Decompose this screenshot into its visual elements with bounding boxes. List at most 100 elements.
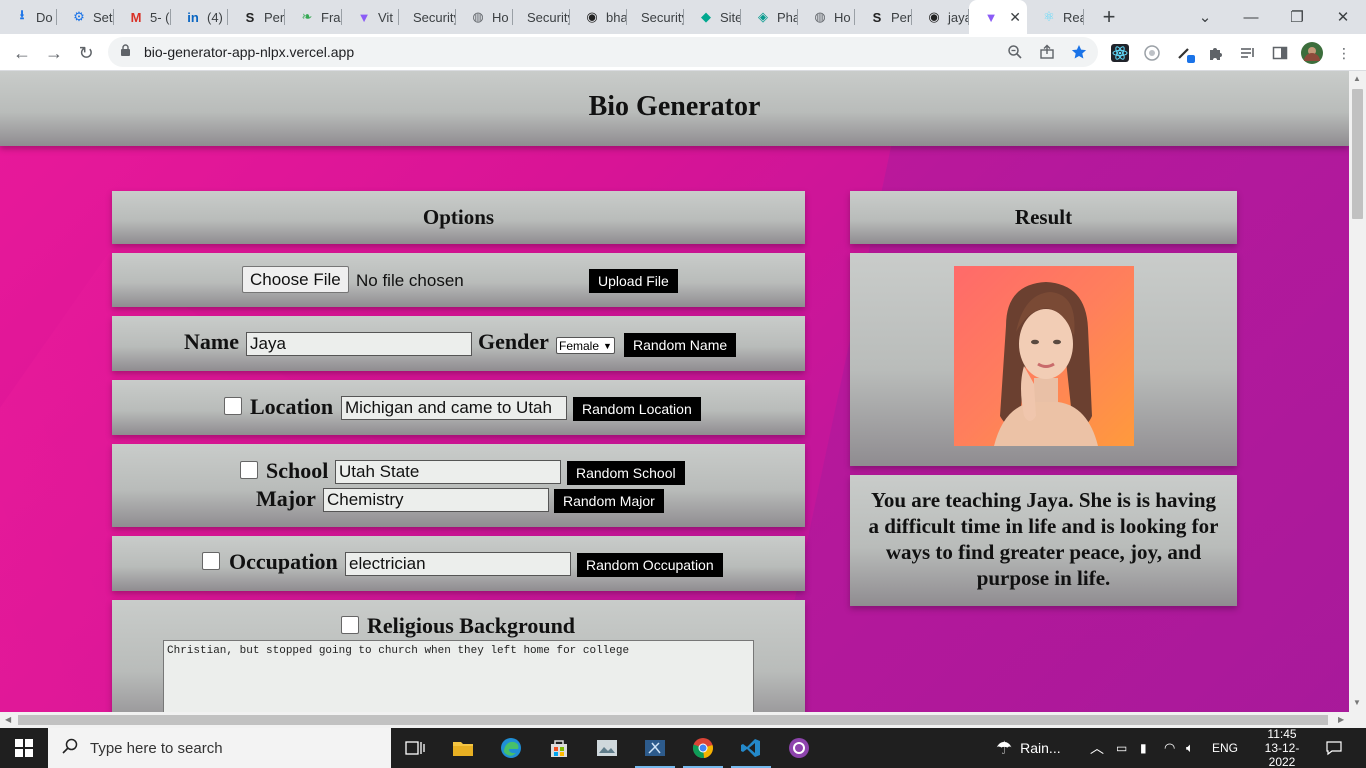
tab-label: bha xyxy=(606,9,627,25)
clock[interactable]: 11:45 13-12-2022 xyxy=(1254,727,1310,768)
network-device-icon[interactable]: ▭ xyxy=(1116,728,1127,768)
major-label: Major xyxy=(256,486,316,511)
location-input[interactable]: Michigan and came to Utah xyxy=(341,396,567,420)
browser-tab[interactable]: ◈ Pha xyxy=(741,0,798,34)
tab-label: Security xyxy=(527,9,570,25)
browser-tab[interactable]: ▼ Vit xyxy=(342,0,399,34)
notification-center-icon[interactable] xyxy=(1322,728,1346,768)
browser-tab[interactable]: ⚙ Set xyxy=(57,0,114,34)
volume-speaker-icon[interactable]: 🔈︎ xyxy=(1186,728,1194,768)
random-location-button[interactable]: Random Location xyxy=(573,397,701,421)
browser-tab[interactable]: ◍ Ho xyxy=(456,0,513,34)
microsoft-store-icon[interactable] xyxy=(535,728,583,768)
extensions-puzzle-icon[interactable] xyxy=(1206,43,1226,63)
browser-tab[interactable]: ▼ ✕ xyxy=(969,0,1027,34)
browser-tab[interactable]: ⭳ Do xyxy=(0,0,57,34)
religion-label: Religious Background xyxy=(367,613,576,638)
random-occupation-button[interactable]: Random Occupation xyxy=(577,553,723,577)
s-logo-icon: S xyxy=(872,9,882,25)
browser-tab[interactable]: M 5- ( xyxy=(114,0,171,34)
zoom-icon[interactable] xyxy=(1006,43,1024,61)
extension-circle-icon[interactable] xyxy=(1142,43,1162,63)
windows-start-button[interactable] xyxy=(0,728,48,768)
school-checkbox[interactable] xyxy=(240,461,258,479)
options-title: Options xyxy=(422,205,495,229)
options-header: Options xyxy=(112,191,805,244)
browser-tab[interactable]: ◍ Ho xyxy=(798,0,855,34)
forward-arrow-icon[interactable]: → xyxy=(42,41,66,65)
random-school-button[interactable]: Random School xyxy=(567,461,685,485)
chrome-browser-icon[interactable] xyxy=(679,728,727,768)
browser-tab[interactable]: Security xyxy=(627,0,684,34)
minimize-button[interactable]: — xyxy=(1228,0,1274,34)
lock-icon xyxy=(120,44,134,60)
reload-icon[interactable]: ↻ xyxy=(74,41,98,65)
reading-list-icon[interactable] xyxy=(1238,43,1258,63)
occupation-checkbox[interactable] xyxy=(202,552,220,570)
random-name-button[interactable]: Random Name xyxy=(624,333,737,357)
scroll-right-arrow-icon[interactable]: ▶ xyxy=(1338,715,1344,724)
close-tab-icon[interactable]: ✕ xyxy=(1009,9,1021,26)
browser-tab[interactable]: ⚛ Rea xyxy=(1027,0,1084,34)
location-checkbox[interactable] xyxy=(224,397,242,415)
gender-select[interactable]: Female ▼ xyxy=(556,337,615,354)
horizontal-scroll-thumb[interactable] xyxy=(18,715,1328,725)
address-bar[interactable]: bio-generator-app-nlpx.vercel.app xyxy=(108,37,1098,67)
share-icon[interactable] xyxy=(1038,43,1056,61)
close-window-button[interactable]: ✕ xyxy=(1320,0,1366,34)
side-panel-icon[interactable] xyxy=(1270,43,1290,63)
new-tab-button[interactable]: + xyxy=(1092,0,1126,34)
maximize-button[interactable]: ❐ xyxy=(1274,0,1320,34)
show-hidden-icons-chevron-icon[interactable]: ︿ xyxy=(1090,728,1104,768)
school-input[interactable]: Utah State xyxy=(335,460,561,484)
result-text-panel: You are teaching Jaya. She is is having … xyxy=(850,475,1237,606)
scroll-down-arrow-icon[interactable]: ▼ xyxy=(1353,698,1361,707)
browser-tab[interactable]: S Per xyxy=(228,0,285,34)
taskbar-search-box[interactable]: Type here to search xyxy=(48,728,391,768)
browser-tab[interactable]: ◉ bha xyxy=(570,0,627,34)
task-view-icon[interactable] xyxy=(391,728,439,768)
eyedropper-extension-icon[interactable] xyxy=(1176,43,1196,63)
browser-tab[interactable]: S Per xyxy=(855,0,912,34)
scroll-up-arrow-icon[interactable]: ▲ xyxy=(1353,74,1361,83)
profile-avatar[interactable] xyxy=(1301,42,1323,64)
snipping-tool-icon[interactable] xyxy=(631,728,679,768)
battery-icon[interactable]: ▮ xyxy=(1140,728,1147,768)
language-indicator[interactable]: ENG xyxy=(1212,728,1238,768)
religion-checkbox[interactable] xyxy=(341,616,359,634)
browser-tab[interactable]: in (4) xyxy=(171,0,228,34)
vertical-scrollbar[interactable]: ▲ ▼ xyxy=(1349,71,1366,712)
name-input[interactable]: Jaya xyxy=(246,332,472,356)
photos-app-icon[interactable] xyxy=(583,728,631,768)
tab-label: Site xyxy=(720,9,741,25)
file-explorer-icon[interactable] xyxy=(439,728,487,768)
edge-browser-icon[interactable] xyxy=(487,728,535,768)
react-devtools-icon[interactable] xyxy=(1110,43,1130,63)
menu-dots-icon[interactable]: ⋮ xyxy=(1334,43,1354,63)
back-arrow-icon[interactable]: ← xyxy=(10,41,34,65)
tab-search-chevron-icon[interactable]: ⌄ xyxy=(1182,0,1228,34)
religion-textarea[interactable]: Christian, but stopped going to church w… xyxy=(163,640,754,712)
search-placeholder: Type here to search xyxy=(90,739,223,757)
github-desktop-icon[interactable] xyxy=(775,728,823,768)
bookmark-star-icon[interactable] xyxy=(1070,43,1088,61)
download-icon: ⭳ xyxy=(19,7,25,22)
browser-tab[interactable]: ❧ Fra xyxy=(285,0,342,34)
weather-widget[interactable]: ☂ Rain... xyxy=(996,728,1061,768)
major-input[interactable]: Chemistry xyxy=(323,488,549,512)
wifi-icon[interactable]: ◠ xyxy=(1164,728,1175,768)
upload-file-button[interactable]: Upload File xyxy=(589,269,678,293)
browser-tab[interactable]: Security xyxy=(513,0,570,34)
location-panel: Location Michigan and came to Utah Rando… xyxy=(112,380,805,435)
occupation-input[interactable]: electrician xyxy=(345,552,571,576)
scroll-left-arrow-icon[interactable]: ◀ xyxy=(5,715,11,724)
choose-file-button[interactable]: Choose File xyxy=(242,266,349,293)
browser-tab[interactable]: ◉ jaya xyxy=(912,0,969,34)
vertical-scroll-thumb[interactable] xyxy=(1352,89,1363,219)
horizontal-scrollbar[interactable]: ◀ ▶ xyxy=(0,712,1366,728)
browser-tab[interactable]: ◆ Site xyxy=(684,0,741,34)
random-major-button[interactable]: Random Major xyxy=(554,489,664,513)
tab-label: Security xyxy=(641,9,684,25)
browser-tab[interactable]: Security xyxy=(399,0,456,34)
vscode-icon[interactable] xyxy=(727,728,775,768)
